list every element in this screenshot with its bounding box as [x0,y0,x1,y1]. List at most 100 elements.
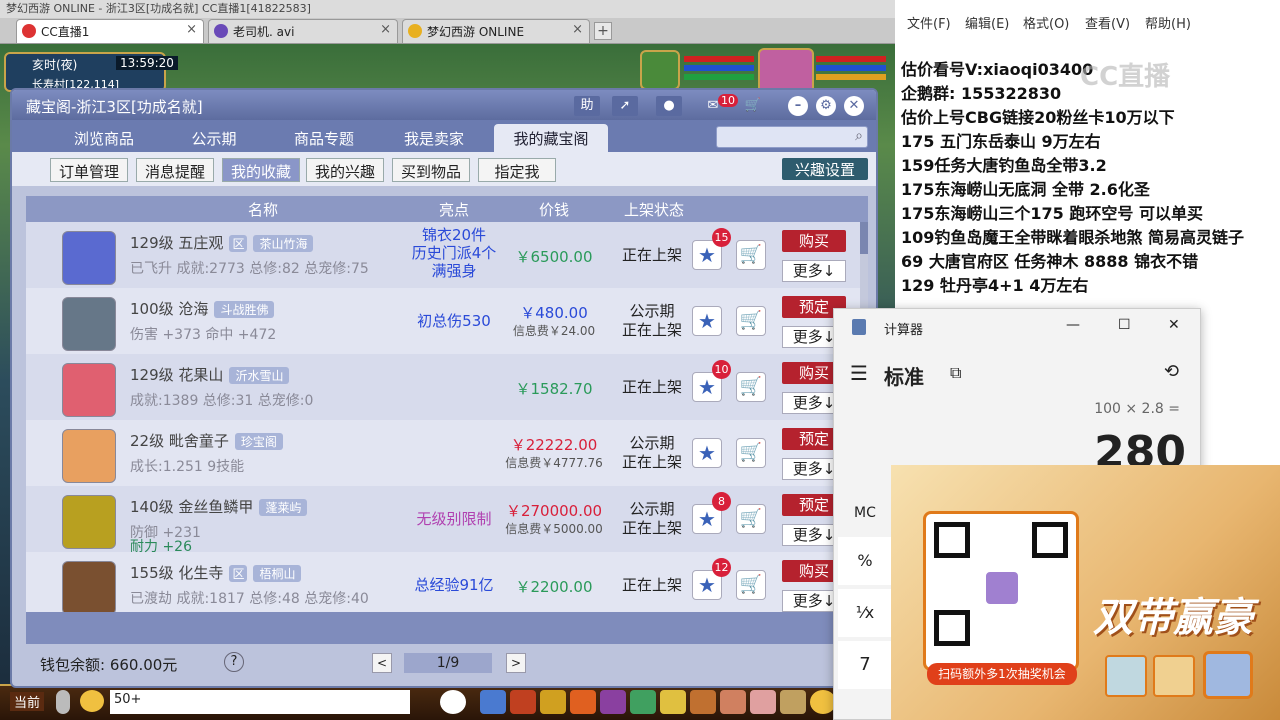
add-cart-icon[interactable]: 🛒 [736,504,766,534]
menu-edit[interactable]: 编辑(E) [965,13,1009,32]
minimize-icon[interactable]: – [788,96,808,116]
add-cart-icon[interactable]: 🛒 [736,570,766,600]
search-input[interactable]: ⌕ [716,126,868,148]
message-alert-button[interactable]: 消息提醒 [136,158,214,182]
tab-seller[interactable]: 我是卖家 [384,124,484,152]
system-icon[interactable] [780,690,806,714]
next-page-button[interactable]: > [506,653,526,673]
item-title[interactable]: 155级 化生寺区梧桐山 [130,562,302,583]
item-avatar[interactable] [62,495,116,549]
tab-topics[interactable]: 商品专题 [274,124,374,152]
pin-icon[interactable]: ➚ [612,96,638,116]
seven-button[interactable]: 7 [838,641,892,689]
friends-icon[interactable] [720,690,746,714]
help-button[interactable]: 助 [574,96,600,116]
item-title[interactable]: 129级 五庄观区茶山竹海 [130,232,314,253]
item-avatar[interactable] [62,297,116,351]
minimize-button[interactable]: — [1066,317,1080,333]
mc-button[interactable]: MC [854,505,876,521]
item-avatar[interactable] [62,363,116,417]
favorite-count-badge: 8 [712,492,731,511]
tab-my-cbg[interactable]: 我的藏宝阁 [494,124,608,152]
table-row[interactable]: 22级 毗舍童子 珍宝阁 成长:1.251 9技能 ￥22222.00 信息费￥4777… [26,420,868,486]
table-row[interactable]: 140级 金丝鱼鳞甲 蓬莱屿 防御 +231 耐力 +26 无级别限制 ￥270000.0… [26,486,868,555]
tab-cc-live[interactable]: CC直播1 × [16,19,204,43]
items-icon[interactable] [510,690,536,714]
maximize-button[interactable]: ☐ [1118,317,1131,333]
menu-format[interactable]: 格式(O) [1023,13,1069,32]
quest-icon[interactable] [660,690,686,714]
add-cart-icon[interactable]: 🛒 [736,240,766,270]
keep-on-top-icon[interactable]: ⧉ [950,363,961,383]
trade-icon[interactable] [570,690,596,714]
item-name: 金丝鱼鳞甲 [178,498,254,516]
record-icon[interactable]: ● [656,96,682,116]
close-button[interactable]: ✕ [1168,317,1180,333]
skill-icon[interactable] [690,690,716,714]
prev-page-button[interactable]: < [372,653,392,673]
history-icon[interactable]: ⟲ [1164,361,1179,382]
tab-browse[interactable]: 浏览商品 [54,124,154,152]
chat-channel[interactable]: 当前 [10,692,45,711]
hamburger-icon[interactable]: ☰ [850,361,868,385]
item-avatar[interactable] [62,231,116,285]
new-tab-button[interactable]: + [594,22,612,40]
percent-button[interactable]: % [838,537,892,585]
table-row[interactable]: 100级 沧海 斗战胜佛 伤害 +373 命中 +472 初总伤530 ￥480.00 信… [26,288,868,354]
item-avatar[interactable] [62,561,116,615]
favorite-star-icon[interactable]: ★ [692,306,722,336]
add-cart-icon[interactable]: 🛒 [736,438,766,468]
tab-video[interactable]: 老司机. avi × [208,19,398,43]
pet-portrait[interactable] [640,50,680,90]
buy-button[interactable]: 购买 [782,230,846,252]
give-icon[interactable] [540,690,566,714]
reciprocal-button[interactable]: ¹⁄x [838,589,892,637]
tab-close-icon[interactable]: × [186,22,197,37]
tab-close-icon[interactable]: × [572,22,583,37]
add-cart-icon[interactable]: 🛒 [736,306,766,336]
menu-view[interactable]: 查看(V) [1085,13,1130,32]
add-cart-icon[interactable]: 🛒 [736,372,766,402]
favorite-star-icon[interactable]: ★ [692,438,722,468]
item-stats: 成长:1.251 9技能 [130,459,245,475]
chat-input[interactable]: 50+ [110,690,410,714]
guild-icon[interactable] [630,690,656,714]
mic-icon[interactable] [56,690,70,714]
tab-close-icon[interactable]: × [380,22,391,37]
item-name: 花果山 [178,366,224,384]
scrollbar-thumb[interactable] [860,222,868,254]
my-favorites-button[interactable]: 我的收藏 [222,158,300,182]
my-interests-button[interactable]: 我的兴趣 [306,158,384,182]
item-title[interactable]: 100级 沧海 斗战胜佛 [130,298,275,319]
cart-icon[interactable]: 🛒 [740,96,766,116]
table-row[interactable]: 129级 花果山 沂水雪山 成就:1389 总修:31 总宠修:0 ￥1582.70 正… [26,354,868,420]
emoji-icon[interactable] [80,690,104,712]
interest-settings-button[interactable]: 兴趣设置 [782,158,868,180]
mall-icon[interactable] [750,690,776,714]
tab-public[interactable]: 公示期 [164,124,264,152]
help-icon[interactable]: ? [224,652,244,672]
purchased-button[interactable]: 买到物品 [392,158,470,182]
item-title[interactable]: 140级 金丝鱼鳞甲 蓬莱屿 [130,496,308,517]
qr-code[interactable] [923,511,1079,671]
assigned-to-me-button[interactable]: 指定我 [478,158,556,182]
menu-help[interactable]: 帮助(H) [1145,13,1191,32]
more-button[interactable]: 更多↓ [782,260,846,282]
close-icon[interactable]: ✕ [844,96,864,116]
table-row[interactable]: 155级 化生寺区梧桐山 已渡劫 成就:1817 总修:48 总宠修:40 总经验9… [26,552,868,618]
attack-icon[interactable] [480,690,506,714]
order-manage-button[interactable]: 订单管理 [50,158,128,182]
pet-icon[interactable] [440,690,466,714]
search-icon[interactable]: ⌕ [855,128,863,144]
menu-file[interactable]: 文件(F) [907,13,951,32]
settings-icon[interactable]: ⚙ [816,96,836,116]
item-avatar[interactable] [62,429,116,483]
item-title[interactable]: 22级 毗舍童子 珍宝阁 [130,430,283,451]
item-title[interactable]: 129级 花果山 沂水雪山 [130,364,290,385]
table-row[interactable]: 129级 五庄观区茶山竹海 已飞升 成就:2773 总修:82 总宠修:75 锦衣2… [26,222,868,288]
tab-game[interactable]: 梦幻西游 ONLINE × [402,19,590,43]
notepad-text[interactable]: 估价看号V:xiaoqi03400 企鹅群: 155322830 估价上号CBG… [901,58,1280,298]
promo-banner[interactable]: 扫码额外多1次抽奖机会 双带赢豪 [891,465,1280,720]
team-icon[interactable] [600,690,626,714]
item-stats: 成就:1389 总修:31 总宠修:0 [130,393,314,409]
